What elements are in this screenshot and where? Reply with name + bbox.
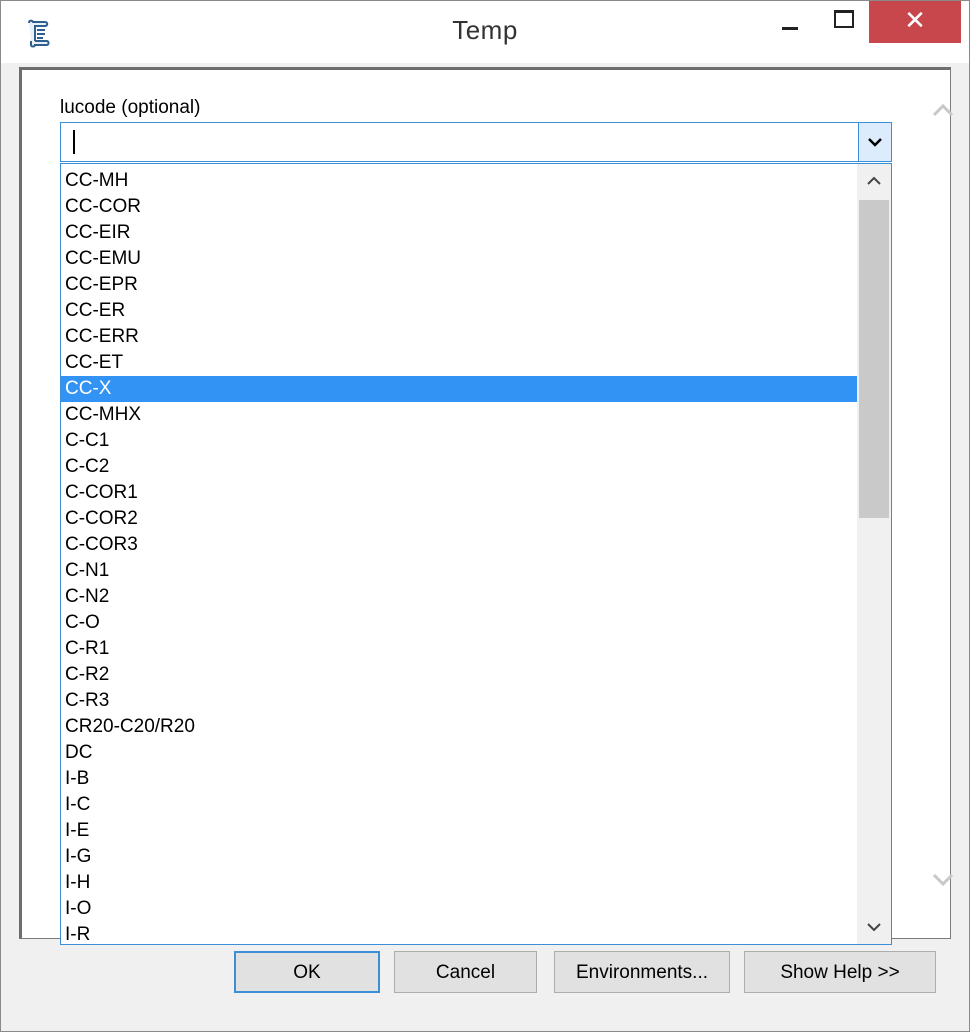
panel-scrollbar[interactable] xyxy=(932,70,954,936)
list-item[interactable]: I-O xyxy=(61,896,857,922)
list-item[interactable]: I-R xyxy=(61,922,857,944)
chevron-down-icon xyxy=(867,923,881,932)
minimize-icon xyxy=(782,26,798,30)
list-item[interactable]: C-N1 xyxy=(61,558,857,584)
list-item[interactable]: CC-ER xyxy=(61,298,857,324)
dialog-window: Temp ✕ lucode (optional) CC-MHCC-CORCC xyxy=(0,0,970,1032)
text-caret xyxy=(73,130,75,154)
cancel-button[interactable]: Cancel xyxy=(394,951,537,993)
lucode-dropdown-list[interactable]: CC-MH CC-COR CC-EIR CC-EMU CC-EPR CC-ER CC-ERR… xyxy=(60,163,892,945)
list-item[interactable]: DC xyxy=(61,740,857,766)
list-item[interactable]: CC-EPR xyxy=(61,272,857,298)
list-item[interactable]: CC-MH xyxy=(61,168,857,194)
list-item[interactable]: CC-EIR xyxy=(61,220,857,246)
list-items: CC-MH CC-COR CC-EIR CC-EMU CC-EPR CC-ER CC-ERR… xyxy=(61,168,857,944)
close-button[interactable]: ✕ xyxy=(869,1,961,43)
maximize-button[interactable] xyxy=(821,1,867,43)
list-item[interactable]: CC-EMU xyxy=(61,246,857,272)
maximize-icon xyxy=(834,10,854,28)
list-item[interactable]: C-COR3 xyxy=(61,532,857,558)
chevron-down-icon[interactable] xyxy=(932,870,954,892)
list-item[interactable]: CC-ERR xyxy=(61,324,857,350)
chevron-down-icon xyxy=(868,138,882,147)
list-item[interactable]: C-R3 xyxy=(61,688,857,714)
chevron-up-icon xyxy=(867,176,881,185)
list-item[interactable]: CC-X xyxy=(61,376,857,402)
title-bar[interactable]: Temp ✕ xyxy=(1,1,969,63)
list-item[interactable]: CC-MHX xyxy=(61,402,857,428)
list-item[interactable]: I-E xyxy=(61,818,857,844)
ok-button[interactable]: OK xyxy=(234,951,380,993)
list-item[interactable]: I-G xyxy=(61,844,857,870)
list-scrollbar[interactable] xyxy=(857,164,891,944)
dropdown-button[interactable] xyxy=(858,123,891,161)
list-item[interactable]: C-N2 xyxy=(61,584,857,610)
minimize-button[interactable] xyxy=(767,1,813,43)
list-item[interactable]: CC-COR xyxy=(61,194,857,220)
list-item[interactable]: CR20-C20/R20 xyxy=(61,714,857,740)
list-item[interactable]: C-O xyxy=(61,610,857,636)
list-item[interactable]: C-R1 xyxy=(61,636,857,662)
list-item[interactable]: C-COR1 xyxy=(61,480,857,506)
lucode-label: lucode (optional) xyxy=(60,97,201,118)
list-item[interactable]: I-H xyxy=(61,870,857,896)
list-item[interactable]: C-C2 xyxy=(61,454,857,480)
list-item[interactable]: C-C1 xyxy=(61,428,857,454)
list-item[interactable]: CC-ET xyxy=(61,350,857,376)
close-icon: ✕ xyxy=(904,5,926,35)
list-item[interactable]: I-B xyxy=(61,766,857,792)
lucode-input[interactable] xyxy=(63,125,865,161)
list-item[interactable]: C-COR2 xyxy=(61,506,857,532)
scroll-down-button[interactable] xyxy=(857,910,891,944)
scroll-thumb[interactable] xyxy=(859,200,889,518)
lucode-combobox[interactable] xyxy=(60,122,892,162)
show-help-button[interactable]: Show Help >> xyxy=(744,951,936,993)
list-item[interactable]: C-R2 xyxy=(61,662,857,688)
chevron-up-icon[interactable] xyxy=(932,100,954,122)
list-item[interactable]: I-C xyxy=(61,792,857,818)
environments-button[interactable]: Environments... xyxy=(554,951,730,993)
scroll-up-button[interactable] xyxy=(857,164,891,198)
